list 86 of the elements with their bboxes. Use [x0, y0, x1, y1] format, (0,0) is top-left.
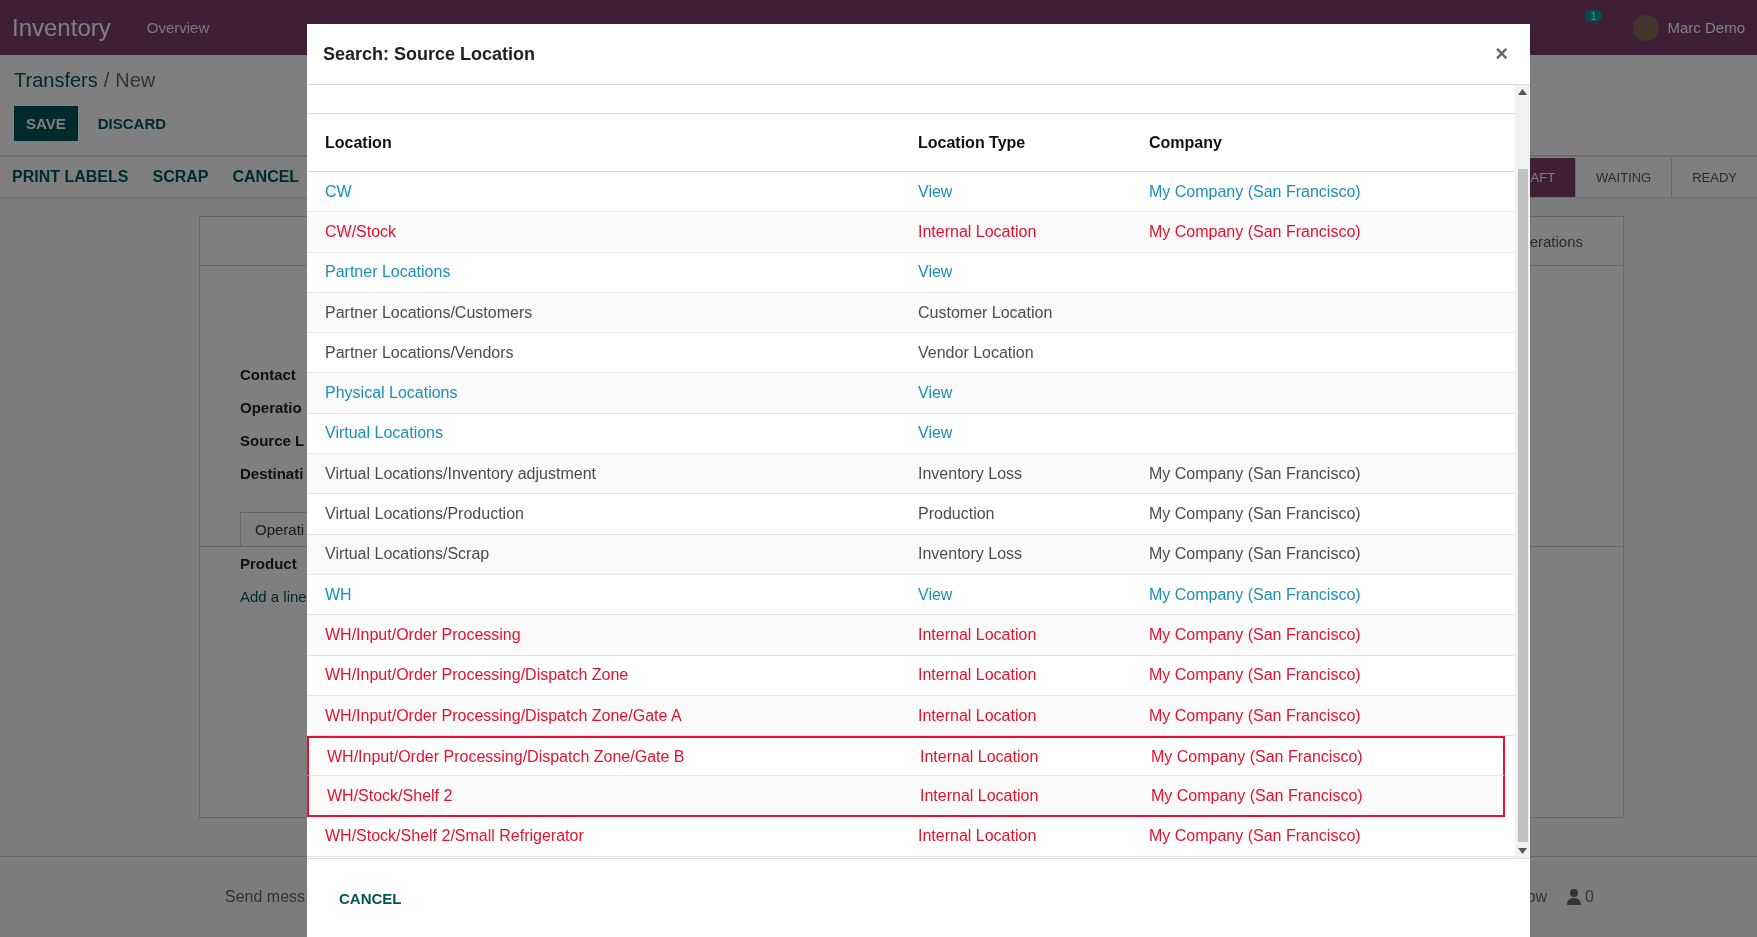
breadcrumb-current: New: [115, 69, 156, 92]
table-cell-text: Virtual Locations: [325, 424, 444, 443]
table-cell-text: WH: [325, 585, 353, 604]
table-cell-text: WH/Input/Order Processing: [325, 625, 522, 644]
breadcrumb-link[interactable]: Transfers: [14, 69, 98, 92]
cancel-button[interactable]: CANCEL: [327, 880, 414, 916]
table-cell-text: Internal Location: [920, 747, 1040, 766]
table-cell-text: Customer Location: [918, 303, 1054, 322]
field-label: Contact: [240, 366, 296, 383]
table-cell-text: Internal Location: [918, 827, 1038, 846]
action-button[interactable]: SCRAP: [140, 168, 221, 186]
field-label: Source L: [240, 432, 305, 449]
column-header[interactable]: Company: [1149, 133, 1515, 152]
table-cell-text: Vendor Location: [918, 343, 1035, 362]
person-icon[interactable]: [1567, 889, 1582, 905]
table-cell-text: Internal Location: [918, 222, 1038, 241]
table-cell-text: Internal Location: [918, 666, 1038, 685]
table-cell-text: My Company (San Francisco): [1151, 747, 1364, 766]
user-name[interactable]: Marc Demo: [1667, 19, 1745, 36]
table-cell-text: Virtual Locations/Production: [325, 505, 525, 523]
location-row[interactable]: WH/Input/Order Processing Internal Location My Company (San Francisco): [307, 615, 1515, 656]
table-cell-text: My Company (San Francisco): [1149, 222, 1362, 241]
location-row[interactable]: Physical Locations View: [307, 373, 1515, 414]
table-cell-text: Partner Locations/Customers: [325, 303, 534, 322]
table-cell-text: Virtual Locations/Inventory adjustment: [325, 464, 597, 483]
location-row[interactable]: CW/Stock Internal Location My Company (San Francisco): [307, 212, 1515, 253]
table-cell-text: Virtual Locations/Scrap: [325, 545, 491, 564]
table-cell-text: My Company (San Francisco): [1149, 666, 1362, 685]
table-cell-text: Internal Location: [920, 786, 1040, 805]
scrollbar[interactable]: [1515, 85, 1530, 858]
table-cell-text: Physical Locations: [325, 384, 459, 403]
table-cell-text: My Company (San Francisco): [1149, 625, 1362, 644]
location-row[interactable]: Partner Locations/Customers Customer Location: [307, 292, 1515, 334]
discard-button[interactable]: DISCARD: [85, 106, 179, 141]
location-row[interactable]: WH/Input/Order Processing/Dispatch Zone/Gate A Internal Location My Company (San Francisco): [307, 695, 1515, 737]
table-cell-text: Internal Location: [918, 625, 1038, 644]
scroll-down-icon[interactable]: [1518, 848, 1527, 854]
table-cell-text: WH/Stock/Shelf 2: [327, 786, 454, 805]
scroll-up-icon[interactable]: [1518, 89, 1527, 95]
location-row[interactable]: Virtual Locations/Production Production My Company (San Francisco): [307, 494, 1515, 535]
table-cell-text: My Company (San Francisco): [1149, 464, 1362, 483]
table-cell-text: Production: [918, 505, 996, 523]
table-cell-text: My Company (San Francisco): [1149, 505, 1362, 523]
field-label: Destinati: [240, 465, 304, 482]
table-cell-text: My Company (San Francisco): [1149, 182, 1362, 201]
breadcrumb-separator: /: [103, 69, 110, 92]
action-button[interactable]: PRINT LABELS: [0, 168, 141, 186]
table-cell-text: WH/Stock/Shelf 2/Small Refrigerator: [325, 827, 585, 846]
dialog-title: Search: Source Location: [323, 43, 536, 65]
menu-item[interactable]: Overview: [146, 19, 210, 36]
location-row[interactable]: WH/Stock/Shelf 2 Internal Location My Company (San Francisco): [307, 776, 1505, 817]
table-cell-text: View: [918, 585, 954, 604]
column-header[interactable]: Location Type: [918, 133, 1149, 152]
send-message-button[interactable]: Send mess: [225, 888, 306, 906]
followers-count[interactable]: 0: [1585, 888, 1594, 906]
table-cell-text: View: [918, 182, 954, 201]
location-row[interactable]: Virtual Locations/Inventory adjustment Inventory Loss My Company (San Francisco): [307, 454, 1515, 495]
table-cell-text: My Company (San Francisco): [1151, 786, 1364, 805]
location-row[interactable]: Partner Locations View: [307, 252, 1515, 293]
column-header[interactable]: Location: [325, 133, 918, 152]
table-cell-text: Inventory Loss: [918, 545, 1024, 564]
close-button[interactable]: ×: [1489, 40, 1514, 68]
location-row[interactable]: WH/Stock/Shelf 2/Small Refrigerator Internal Location My Company (San Francisco): [307, 816, 1515, 858]
table-cell-text: CW: [325, 182, 353, 201]
table-cell-text: Internal Location: [918, 706, 1038, 725]
table-cell-text: CW/Stock: [325, 222, 398, 241]
table-cell-text: Inventory Loss: [918, 464, 1024, 483]
table-cell-text: WH/Input/Order Processing/Dispatch Zone/Gate A: [325, 706, 683, 725]
table-cell-text: My Company (San Francisco): [1149, 706, 1362, 725]
table-cell-text: My Company (San Francisco): [1149, 545, 1362, 564]
notification-badge: 1: [1585, 9, 1602, 22]
app-name[interactable]: Inventory: [12, 13, 111, 42]
table-cell-text: WH/Input/Order Processing/Dispatch Zone: [325, 666, 630, 685]
table-cell-text: WH/Input/Order Processing/Dispatch Zone/Gate B: [327, 747, 686, 766]
save-button[interactable]: SAVE: [14, 106, 78, 141]
table-cell-text: View: [918, 424, 954, 443]
table-cell-text: My Company (San Francisco): [1149, 585, 1362, 604]
table-cell-text: View: [918, 263, 954, 282]
table-cell-text: My Company (San Francisco): [1149, 827, 1362, 846]
form-tab[interactable]: erations: [1529, 232, 1583, 250]
table-cell-text: Partner Locations/Vendors: [325, 343, 515, 362]
location-row[interactable]: WH/Input/Order Processing/Dispatch Zone Internal Location My Company (San Francisco): [307, 655, 1515, 696]
field-label: Operatio: [240, 399, 302, 416]
table-cell-text: View: [918, 384, 954, 403]
location-row[interactable]: Virtual Locations/Scrap Inventory Loss My Company (San Francisco): [307, 534, 1515, 575]
table-cell-text: Partner Locations: [325, 263, 452, 282]
